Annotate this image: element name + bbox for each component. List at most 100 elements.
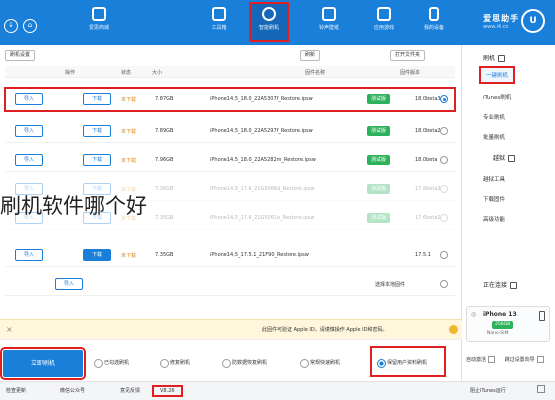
flash-now-button[interactable]: 立即刷机 bbox=[0, 347, 86, 380]
row-size: 7.87GB bbox=[155, 96, 174, 102]
nav-item-ringtone[interactable]: 铃声壁纸 bbox=[310, 7, 348, 39]
table-row[interactable]: 18.0beta2 测试版 iPhone14,5_18.0_22A5297f_R… bbox=[5, 120, 455, 143]
version-label: V8.26 bbox=[152, 385, 183, 397]
local-firmware-row[interactable]: 选择本地固件 导入 bbox=[5, 273, 455, 296]
firmware-toolbar: 刷机设置 刷新 打开文件夹 bbox=[5, 50, 455, 62]
download-button[interactable]: 下载 bbox=[83, 249, 111, 261]
row-size: 7.35GB bbox=[155, 215, 174, 221]
mode-repair[interactable]: 修复刷机 bbox=[160, 359, 190, 368]
device-capacity: 256GB bbox=[492, 321, 514, 329]
connection-status-label: 正在连接 bbox=[483, 282, 508, 289]
import-button[interactable]: 导入 bbox=[15, 154, 43, 166]
nav-item-toolbox[interactable]: 工具箱 bbox=[200, 7, 238, 39]
col-action: 操作 bbox=[65, 70, 76, 76]
info-icon bbox=[449, 325, 458, 334]
sidebar-item-itunes[interactable]: iTunes刷机 bbox=[483, 93, 511, 101]
import-button[interactable]: 导入 bbox=[15, 249, 43, 261]
row-filename: iPhone14,5_17.6_21G5061e_Restore.ipsw bbox=[210, 215, 315, 221]
status-bar: 检查更新 微信公众号 意见反馈 V8.26 阻止iTunes运行 bbox=[0, 381, 555, 400]
nav-item-mall[interactable]: 爱思商城 bbox=[80, 7, 118, 39]
sidebar-group-flash-label: 刷机 bbox=[483, 55, 496, 62]
phone-icon bbox=[539, 311, 545, 321]
nav-item-flash[interactable]: 智能刷机 bbox=[249, 2, 289, 42]
nav-item-apps[interactable]: 应用游戏 bbox=[365, 7, 403, 39]
table-header: 固件版本 固件名称 大小 状态 操作 bbox=[5, 66, 455, 78]
row-status: 未下载 bbox=[121, 97, 137, 103]
mode-checked[interactable]: 已勾选刷机 bbox=[94, 359, 129, 368]
col-version: 固件版本 bbox=[400, 70, 421, 76]
row-version: 17.5.1 bbox=[415, 252, 431, 258]
feedback-link[interactable]: 意见反馈 bbox=[120, 387, 140, 394]
top-bar: ↓ ⌂ 爱思商城 工具箱 智能刷机 铃声壁纸 应用游戏 我的设备 爱思助手 www… bbox=[0, 0, 555, 45]
row-radio[interactable] bbox=[440, 156, 448, 164]
mode-keep-data[interactable]: 保留用户资料刷机 bbox=[377, 359, 427, 368]
ringtone-icon bbox=[322, 7, 336, 21]
flash-group-icon bbox=[498, 55, 506, 62]
logo-mark-icon: U bbox=[521, 9, 545, 33]
block-itunes-checkbox[interactable] bbox=[537, 385, 545, 393]
row-size: 7.36GB bbox=[155, 186, 174, 192]
row-radio[interactable] bbox=[440, 185, 448, 193]
row-radio[interactable] bbox=[440, 251, 448, 259]
col-status: 状态 bbox=[121, 70, 132, 76]
mode-quick[interactable]: 常规快速刷机 bbox=[300, 359, 340, 368]
notice-message: 此固件可验证 Apple ID，请谨慎操作 Apple ID和密码。 bbox=[262, 327, 388, 333]
row-radio[interactable] bbox=[440, 127, 448, 135]
open-folder-button[interactable]: 打开文件夹 bbox=[390, 50, 426, 61]
row-status: 未下载 bbox=[121, 158, 137, 164]
app-window: ↓ ⌂ 爱思商城 工具箱 智能刷机 铃声壁纸 应用游戏 我的设备 爱思助手 www… bbox=[0, 0, 555, 400]
col-filename: 固件名称 bbox=[305, 70, 326, 76]
download-button[interactable]: 下载 bbox=[83, 125, 111, 137]
nav-item-mydevice[interactable]: 我的设备 bbox=[415, 7, 453, 39]
sidebar-group-jailbreak: 越狱 bbox=[493, 153, 516, 162]
wechat-link[interactable]: 微信公众号 bbox=[60, 387, 85, 394]
device-card[interactable]: ◎ iPhone 13 256GB Nano-SIM bbox=[466, 306, 550, 342]
download-button[interactable]: 下载 bbox=[83, 93, 111, 105]
link-icon bbox=[510, 282, 518, 289]
notice-bar: × 此固件可验证 Apple ID，请谨慎操作 Apple ID和密码。 bbox=[0, 319, 462, 339]
close-icon[interactable]: × bbox=[6, 325, 13, 334]
beta-badge: 测试版 bbox=[367, 126, 391, 136]
flash-options: 立即刷机 已勾选刷机 修复刷机 防数据恢复刷机 常规快速刷机 保留用户资料刷机 bbox=[0, 339, 462, 381]
table-row[interactable]: 18.0beta 测试版 iPhone14,5_18.0_22A5282m_Re… bbox=[5, 149, 455, 172]
row-size: 7.96GB bbox=[155, 157, 174, 163]
download-button[interactable]: 下载 bbox=[83, 154, 111, 166]
table-row[interactable]: 17.5.1 iPhone14,5_17.5.1_21F90_Restore.i… bbox=[5, 244, 455, 267]
beta-badge: 测试版 bbox=[367, 155, 391, 165]
import-local-button[interactable]: 导入 bbox=[55, 278, 83, 290]
sidebar-item-jailbreak-tool[interactable]: 越狱工具 bbox=[483, 175, 505, 183]
refresh-button[interactable]: 刷新 bbox=[300, 50, 321, 61]
row-filename: iPhone14,5_18.0_22A5307f_Restore.ipsw bbox=[210, 96, 313, 102]
sidebar-item-advanced[interactable]: 高级功能 bbox=[483, 215, 505, 223]
import-button[interactable]: 导入 bbox=[15, 93, 43, 105]
sidebar-item-batch[interactable]: 批量刷机 bbox=[483, 133, 505, 141]
mode-anti-recovery[interactable]: 防数据恢复刷机 bbox=[222, 359, 267, 368]
device-name: iPhone 13 bbox=[483, 311, 517, 318]
logo-title: 爱思助手 bbox=[483, 13, 520, 23]
sidebar-group-jailbreak-label: 越狱 bbox=[493, 155, 506, 162]
row-size: 7.89GB bbox=[155, 128, 174, 134]
update-link[interactable]: 检查更新 bbox=[6, 387, 26, 394]
overlay-caption: 刷机软件哪个好 bbox=[0, 194, 147, 218]
skip-guide-label: 跳过设置向导 bbox=[504, 357, 535, 363]
import-button[interactable]: 导入 bbox=[15, 125, 43, 137]
sidebar-item-oneclick[interactable]: 一键刷机 bbox=[478, 66, 516, 84]
collapse-icon[interactable]: ◎ bbox=[471, 311, 476, 318]
row-radio[interactable] bbox=[440, 214, 448, 222]
skip-guide-checkbox[interactable] bbox=[536, 356, 544, 363]
row-radio[interactable] bbox=[440, 280, 448, 288]
flash-settings-button[interactable]: 刷机设置 bbox=[5, 50, 36, 61]
table-row[interactable]: 18.0beta3 测试版 iPhone14,5_18.0_22A5307f_R… bbox=[4, 87, 456, 112]
logo-text: 爱思助手 www.i4.cn bbox=[483, 13, 519, 30]
logo-url: www.i4.cn bbox=[483, 23, 509, 30]
sidebar-item-pro[interactable]: 专业刷机 bbox=[483, 113, 505, 121]
device-sim: Nano-SIM bbox=[487, 331, 509, 336]
row-filename: iPhone14,5_18.0_22A5297f_Restore.ipsw bbox=[210, 128, 313, 134]
toolbox-icon bbox=[212, 7, 226, 21]
row-filename: iPhone14,5_17.6_21G5066d_Restore.ipsw bbox=[210, 186, 315, 192]
auto-activate-checkbox[interactable] bbox=[488, 356, 496, 363]
row-radio[interactable] bbox=[440, 95, 448, 103]
sidebar-item-download-fw[interactable]: 下载固件 bbox=[483, 195, 505, 203]
app-logo: 爱思助手 www.i4.cn U bbox=[480, 9, 545, 33]
row-status: 未下载 bbox=[121, 129, 137, 135]
